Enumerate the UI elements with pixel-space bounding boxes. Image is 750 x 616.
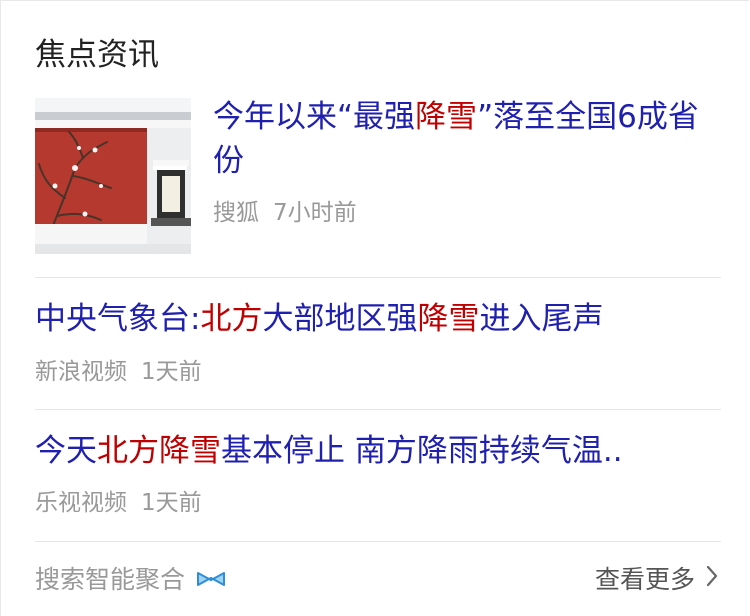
headline-part: 大部地区强: [262, 301, 418, 337]
news-source: 搜狐: [213, 200, 259, 226]
headline-keyword: 降雪: [415, 99, 478, 135]
snow-photo-image: [35, 98, 191, 254]
news-time: 7小时前: [273, 200, 357, 226]
aggregation-label: 搜索智能聚合: [35, 563, 227, 597]
bowtie-icon: [195, 563, 227, 597]
news-source: 乐视视频: [35, 490, 127, 516]
headline-keyword: 北方: [200, 301, 263, 337]
section-title: 焦点资讯: [35, 37, 159, 73]
view-more-link[interactable]: 查看更多: [595, 563, 719, 597]
aggregation-text: 搜索智能聚合: [35, 565, 186, 594]
featured-thumbnail[interactable]: [35, 98, 191, 254]
divider: [35, 541, 721, 542]
headline-part: 中央气象台:: [35, 301, 201, 337]
divider: [35, 277, 721, 278]
news-meta: 乐视视频 1天前: [35, 488, 202, 518]
headline-keyword: 北方降雪: [97, 433, 221, 469]
news-headline-link[interactable]: 中央气象台:北方大部地区强降雪进入尾声: [35, 297, 725, 341]
headline-part: 基本停止 南方降雨持续气温..: [221, 433, 623, 469]
chevron-right-icon: [705, 563, 719, 597]
news-meta: 新浪视频 1天前: [35, 357, 202, 387]
news-headline-link[interactable]: 今天北方降雪基本停止 南方降雨持续气温..: [35, 429, 725, 473]
featured-headline-link[interactable]: 今年以来“最强降雪”落至全国6成省份: [213, 95, 713, 183]
news-time: 1天前: [141, 359, 202, 385]
headline-keyword: 降雪: [417, 301, 480, 337]
headline-part: 进入尾声: [479, 301, 604, 337]
headline-part: 今天: [35, 433, 97, 469]
news-source: 新浪视频: [35, 359, 127, 385]
view-more-label: 查看更多: [594, 565, 695, 594]
headline-part: 今年以来“最强: [213, 99, 416, 135]
news-time: 1天前: [141, 490, 202, 516]
featured-meta: 搜狐 7小时前: [213, 198, 357, 228]
news-card: 焦点资讯 今年以来“最强降雪”落至全国6成省份 搜狐 7小时前 中央气象台:北方…: [0, 0, 749, 616]
divider: [35, 409, 721, 410]
featured-news-item: 今年以来“最强降雪”落至全国6成省份 搜狐 7小时前: [35, 98, 721, 254]
